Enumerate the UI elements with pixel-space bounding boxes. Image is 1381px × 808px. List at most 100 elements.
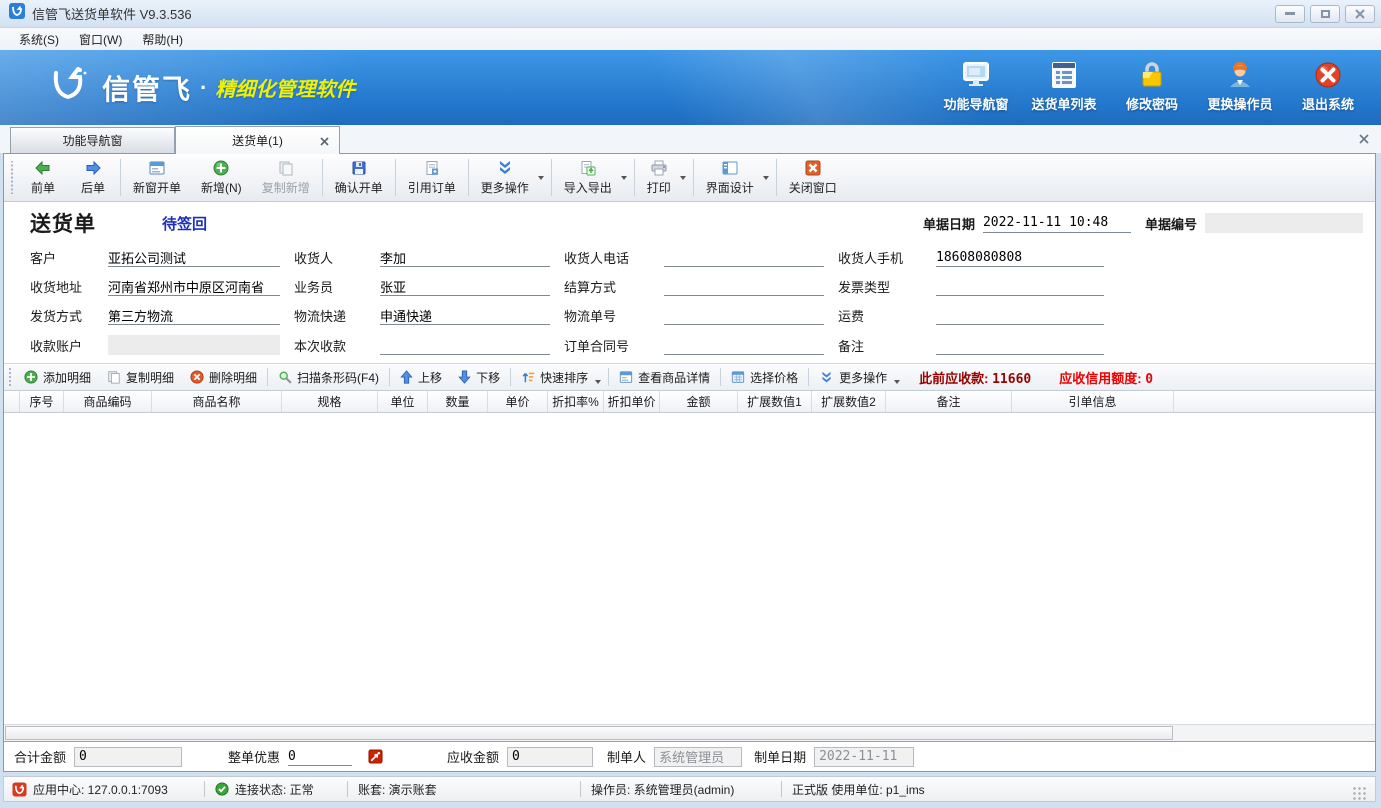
status-divider xyxy=(580,781,581,797)
salesperson-field[interactable] xyxy=(380,277,550,296)
maximize-button[interactable] xyxy=(1310,5,1340,23)
delete-detail-button[interactable]: 删除明细 xyxy=(182,369,265,386)
receiver-phone-field[interactable] xyxy=(664,248,824,267)
detail-toolbar-grip[interactable] xyxy=(7,368,13,386)
move-down-button[interactable]: 下移 xyxy=(450,369,508,386)
detail-button-label: 上移 xyxy=(418,369,442,386)
creator-field[interactable] xyxy=(654,747,742,767)
banner-action-label: 更换操作员 xyxy=(1207,94,1272,113)
total-amount-field[interactable] xyxy=(74,747,182,767)
copy-add-button[interactable]: 复制新增 xyxy=(252,156,320,199)
tabstrip-close-icon[interactable] xyxy=(1359,131,1369,149)
menu-help[interactable]: 帮助(H) xyxy=(133,29,192,50)
receivable-amount-field[interactable] xyxy=(507,747,593,767)
column-header-ext2[interactable]: 扩展数值2 xyxy=(812,391,886,412)
date-label: 单据日期 xyxy=(923,214,975,233)
add-icon xyxy=(213,160,229,176)
discount-edit-button[interactable] xyxy=(368,749,383,764)
invoice-type-field[interactable] xyxy=(936,277,1104,296)
remark-field[interactable] xyxy=(936,336,1104,355)
select-price-button[interactable]: 选择价格 xyxy=(723,369,806,386)
resize-grip[interactable] xyxy=(1353,787,1367,801)
copy-detail-button[interactable]: 复制明细 xyxy=(99,369,182,386)
horizontal-scrollbar[interactable] xyxy=(4,724,1375,741)
close-icon xyxy=(1355,9,1365,19)
receiver-field[interactable] xyxy=(380,248,550,267)
settlement-method-field[interactable] xyxy=(664,277,824,296)
column-header-spec[interactable]: 规格 xyxy=(282,391,378,412)
column-header-ref-info[interactable]: 引单信息 xyxy=(1012,391,1174,412)
current-payment-field[interactable] xyxy=(380,336,550,355)
tab-nav-window[interactable]: 功能导航窗 xyxy=(10,127,175,153)
detail-separator xyxy=(267,368,268,386)
column-header[interactable] xyxy=(4,391,20,412)
more-actions-button[interactable]: 更多操作 xyxy=(471,156,549,199)
change-password-button[interactable]: 修改密码 xyxy=(1113,55,1191,121)
move-up-button[interactable]: 上移 xyxy=(392,369,450,386)
field-label: 业务员 xyxy=(294,277,366,296)
document-date-field[interactable] xyxy=(983,214,1131,233)
banner-action-label: 修改密码 xyxy=(1126,94,1178,113)
freight-field[interactable] xyxy=(936,306,1104,325)
next-order-button[interactable]: 后单 xyxy=(68,156,118,199)
receiver-mobile-field[interactable] xyxy=(936,248,1104,267)
prev-order-button[interactable]: 前单 xyxy=(18,156,68,199)
print-button[interactable]: 打印 xyxy=(637,156,691,199)
column-header-product-name[interactable]: 商品名称 xyxy=(152,391,282,412)
new-window-order-button[interactable]: 新窗开单 xyxy=(123,156,191,199)
order-contract-field[interactable] xyxy=(664,336,824,355)
receivable-amount-label: 应收金额 xyxy=(447,747,499,766)
items-table-body[interactable] xyxy=(4,413,1375,724)
receive-address-field[interactable] xyxy=(108,277,280,296)
scrollbar-thumb[interactable] xyxy=(5,726,1173,740)
column-header-discount-rate[interactable]: 折扣率% xyxy=(548,391,604,412)
close-window-button[interactable]: 关闭窗口 xyxy=(779,156,847,199)
brand-separator: · xyxy=(200,75,207,101)
creator-label: 制单人 xyxy=(607,747,646,766)
close-button[interactable] xyxy=(1345,5,1375,23)
delivery-list-button[interactable]: 送货单列表 xyxy=(1025,55,1103,121)
minimize-button[interactable] xyxy=(1275,5,1305,23)
logistics-number-field[interactable] xyxy=(664,306,824,325)
move-up-icon xyxy=(400,370,413,384)
scan-barcode-button[interactable]: 扫描条形码(F4) xyxy=(270,369,387,386)
add-new-button[interactable]: 新增(N) xyxy=(191,156,252,199)
toolbar-grip[interactable] xyxy=(9,161,15,194)
column-header-price[interactable]: 单价 xyxy=(488,391,548,412)
menu-system[interactable]: 系统(S) xyxy=(10,29,68,50)
ship-method-field[interactable] xyxy=(108,306,280,325)
logistics-express-field[interactable] xyxy=(380,306,550,325)
switch-operator-button[interactable]: 更换操作员 xyxy=(1201,55,1279,121)
column-header-remark[interactable]: 备注 xyxy=(886,391,1012,412)
menu-window[interactable]: 窗口(W) xyxy=(70,29,131,50)
order-discount-field[interactable] xyxy=(288,747,352,766)
toolbar-label: 更多操作 xyxy=(481,179,529,196)
column-header-qty[interactable]: 数量 xyxy=(428,391,488,412)
add-detail-button[interactable]: 添加明细 xyxy=(16,369,99,386)
tab-close-icon[interactable] xyxy=(320,135,329,149)
nav-window-button[interactable]: 功能导航窗 xyxy=(937,55,1015,121)
column-header-seq[interactable]: 序号 xyxy=(20,391,64,412)
import-export-button[interactable]: 导入导出 xyxy=(554,156,632,199)
confirm-order-button[interactable]: 确认开单 xyxy=(325,156,393,199)
customer-field[interactable] xyxy=(108,248,280,267)
column-header-discount-price[interactable]: 折扣单价 xyxy=(604,391,660,412)
app-center-text: 应用中心: 127.0.0.1:7093 xyxy=(33,781,168,798)
toolbar-label: 引用订单 xyxy=(408,179,456,196)
column-header-ext1[interactable]: 扩展数值1 xyxy=(738,391,812,412)
column-header-amount[interactable]: 金额 xyxy=(660,391,738,412)
detail-more-actions-button[interactable]: 更多操作 xyxy=(811,369,905,386)
tab-delivery-order[interactable]: 送货单(1) xyxy=(175,126,340,154)
quick-sort-button[interactable]: 快速排序 xyxy=(513,369,606,386)
quote-order-button[interactable]: 引用订单 xyxy=(398,156,466,199)
column-header-product-code[interactable]: 商品编码 xyxy=(64,391,152,412)
create-date-field[interactable] xyxy=(814,747,914,767)
exit-system-button[interactable]: 退出系统 xyxy=(1289,55,1367,121)
document-number-field[interactable] xyxy=(1205,213,1363,233)
collection-account-field[interactable] xyxy=(108,335,280,355)
column-header-unit[interactable]: 单位 xyxy=(378,391,428,412)
field-label: 收款账户 xyxy=(30,336,94,355)
app-logo-icon xyxy=(9,3,25,24)
ui-design-button[interactable]: 界面设计 xyxy=(696,156,774,199)
view-product-detail-button[interactable]: 查看商品详情 xyxy=(611,369,718,386)
